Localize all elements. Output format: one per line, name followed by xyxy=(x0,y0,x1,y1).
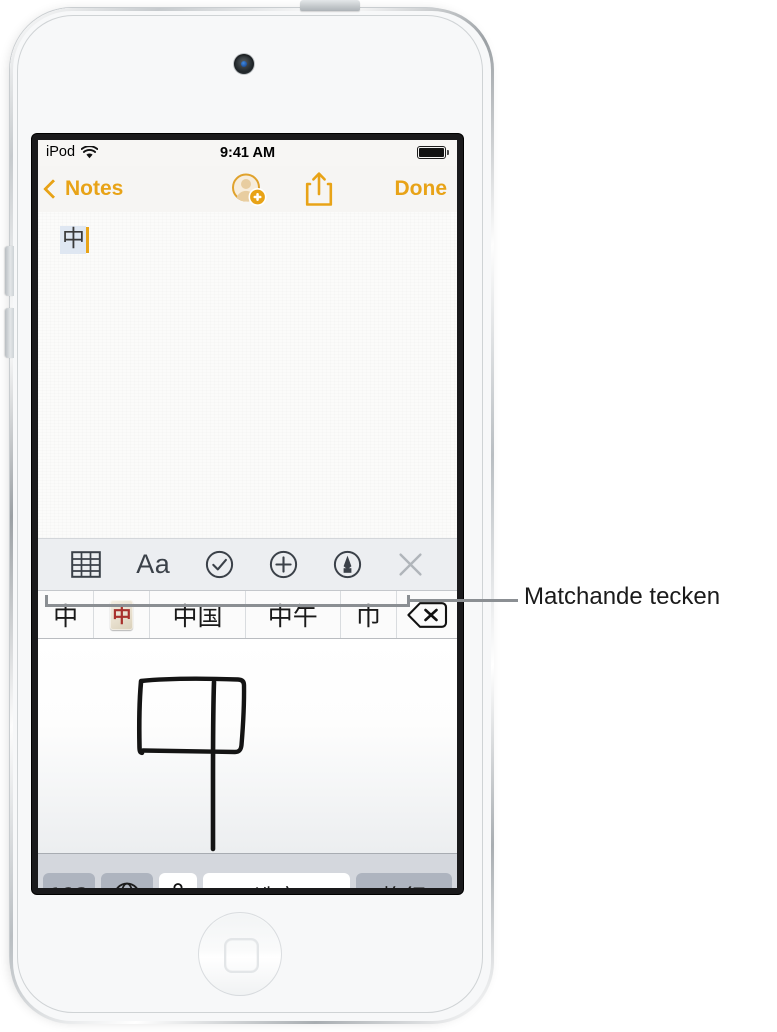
handwriting-input-pad[interactable] xyxy=(38,639,457,853)
add-attachment-icon xyxy=(269,550,298,579)
callout-label: Matchande tecken xyxy=(524,583,721,610)
battery-fill xyxy=(419,148,444,157)
close-keyboard-button[interactable] xyxy=(397,551,424,578)
home-button[interactable] xyxy=(198,912,282,996)
return-key[interactable]: 换行 xyxy=(356,872,452,888)
globe-key[interactable] xyxy=(101,872,153,888)
callout-leader-line xyxy=(408,599,518,602)
globe-icon xyxy=(115,882,139,888)
callout-bracket xyxy=(45,595,410,607)
add-attachment-button[interactable] xyxy=(269,550,298,579)
add-person-icon xyxy=(232,173,267,206)
screen: iPod 9:41 AM Notes Done 中 Aa 中 中 中国 中午 巾 xyxy=(38,140,457,888)
chevron-left-icon xyxy=(43,179,63,199)
battery-nub xyxy=(447,150,449,155)
numbers-key[interactable]: 123 xyxy=(43,872,95,888)
share-button[interactable] xyxy=(304,171,334,212)
volume-down-button[interactable] xyxy=(5,308,14,358)
formatting-toolbar: Aa xyxy=(38,538,457,590)
note-text-line: 中 xyxy=(60,226,89,255)
navigation-bar: Notes Done xyxy=(38,166,457,212)
status-right xyxy=(417,146,449,159)
front-camera xyxy=(234,54,254,74)
checklist-icon xyxy=(205,550,234,579)
note-character: 中 xyxy=(60,226,86,255)
checklist-button[interactable] xyxy=(205,550,234,579)
power-button[interactable] xyxy=(300,0,360,11)
rounded-square-icon xyxy=(224,938,259,973)
volume-up-button[interactable] xyxy=(5,246,14,296)
back-to-notes-button[interactable]: Notes xyxy=(43,177,124,201)
screen-frame: iPod 9:41 AM Notes Done 中 Aa 中 中 中国 中午 巾 xyxy=(32,134,463,894)
add-person-button[interactable] xyxy=(231,173,267,211)
text-cursor xyxy=(86,227,89,254)
table-icon xyxy=(71,551,102,578)
dictation-key[interactable] xyxy=(159,872,197,888)
backspace-icon xyxy=(407,601,448,628)
markup-pen-button[interactable] xyxy=(333,550,362,579)
done-button[interactable]: Done xyxy=(395,177,448,201)
table-button[interactable] xyxy=(71,551,102,578)
microphone-icon xyxy=(173,882,183,888)
keyboard-bottom-row: 123 选定 换行 xyxy=(38,853,457,888)
space-key[interactable]: 选定 xyxy=(203,872,350,888)
text-format-button[interactable]: Aa xyxy=(136,549,170,580)
share-icon xyxy=(305,172,333,206)
battery-full-icon xyxy=(417,146,446,159)
handwritten-character xyxy=(137,676,247,852)
text-format-icon: Aa xyxy=(136,549,171,579)
back-label: Notes xyxy=(65,177,124,200)
note-editor[interactable]: 中 xyxy=(38,212,457,538)
markup-pen-icon xyxy=(333,550,361,579)
status-bar: iPod 9:41 AM xyxy=(38,140,457,166)
close-icon xyxy=(398,553,422,576)
status-time: 9:41 AM xyxy=(219,145,276,161)
